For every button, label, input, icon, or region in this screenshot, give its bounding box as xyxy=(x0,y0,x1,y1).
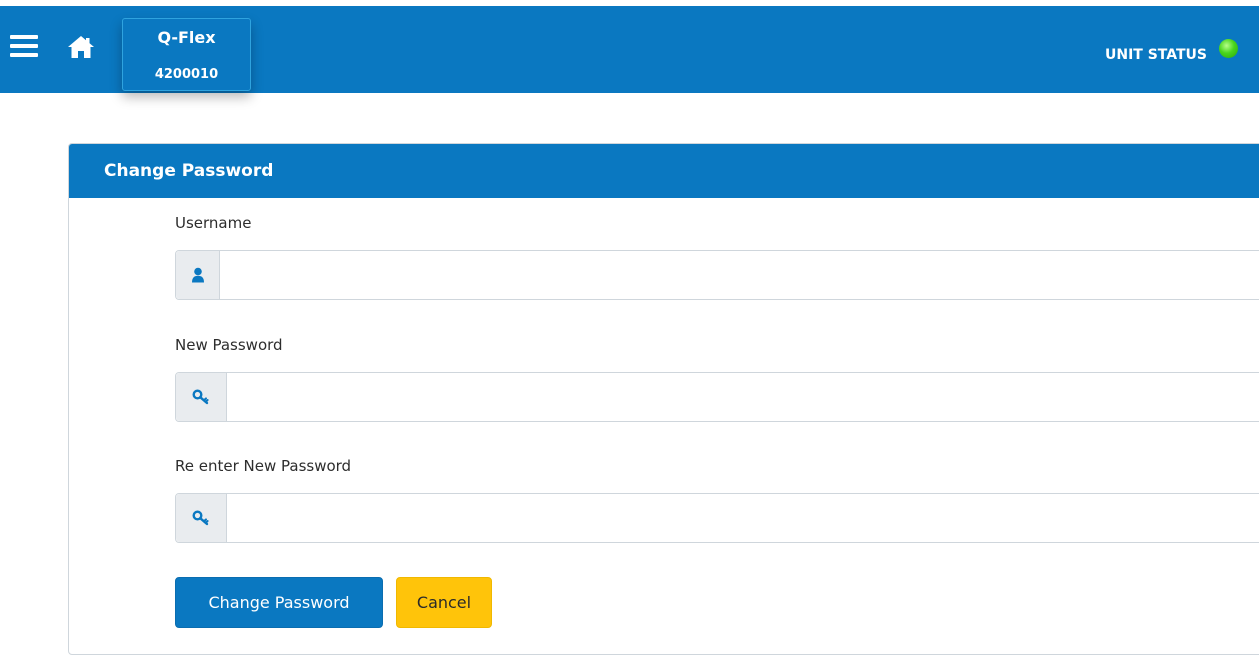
card-title: Change Password xyxy=(104,161,274,181)
unit-selector[interactable]: Q-Flex 4200010 xyxy=(122,18,251,91)
unit-status-label: UNIT STATUS xyxy=(1104,47,1207,63)
confirm-password-label: Re enter New Password xyxy=(175,457,352,475)
home-icon[interactable] xyxy=(66,34,96,60)
username-label: Username xyxy=(175,214,252,232)
app-frame: Q-Flex 4200010 UNIT STATUS Change Passwo… xyxy=(0,0,1259,656)
new-password-input[interactable] xyxy=(227,373,1259,421)
username-addon xyxy=(176,251,220,299)
key-icon xyxy=(192,389,209,405)
key-icon xyxy=(192,510,209,526)
new-password-label: New Password xyxy=(175,336,283,354)
status-indicator-icon xyxy=(1219,39,1238,58)
cancel-button[interactable]: Cancel xyxy=(396,577,492,628)
new-password-input-group xyxy=(175,372,1259,422)
username-input[interactable] xyxy=(220,251,1259,299)
new-password-addon xyxy=(176,373,227,421)
change-password-button[interactable]: Change Password xyxy=(175,577,383,628)
confirm-password-addon xyxy=(176,494,227,542)
unit-serial: 4200010 xyxy=(154,67,219,82)
unit-model: Q-Flex xyxy=(157,28,216,47)
hamburger-menu-icon[interactable] xyxy=(10,35,38,57)
confirm-password-input-group xyxy=(175,493,1259,543)
card-header: Change Password xyxy=(69,144,1259,198)
username-input-group xyxy=(175,250,1259,300)
top-navbar: Q-Flex 4200010 UNIT STATUS xyxy=(0,6,1259,93)
confirm-password-input[interactable] xyxy=(227,494,1259,542)
user-icon xyxy=(191,267,204,283)
change-password-card: Change Password Username New Password Re… xyxy=(68,143,1259,655)
